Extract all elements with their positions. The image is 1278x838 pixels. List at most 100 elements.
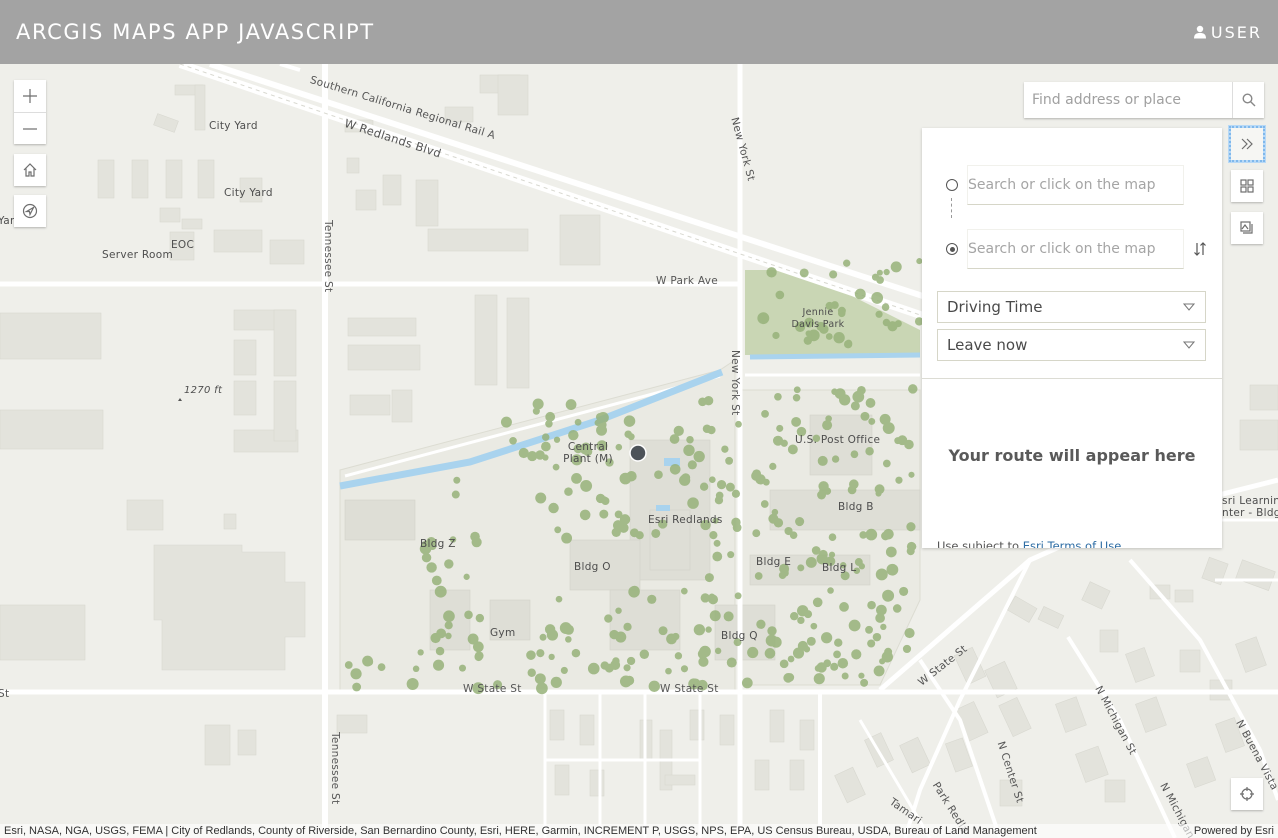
tree (799, 268, 809, 278)
tree (858, 563, 866, 570)
depart-time-select[interactable]: Leave now (937, 329, 1206, 361)
tree (823, 659, 832, 668)
tree (779, 659, 789, 669)
tree (822, 420, 833, 431)
tree (433, 659, 445, 671)
collapse-panel-button[interactable] (1229, 126, 1265, 162)
tree (725, 456, 734, 465)
tree (839, 602, 849, 612)
tree (821, 632, 833, 644)
tree (596, 424, 607, 436)
layer-list-button[interactable] (1231, 212, 1263, 244)
tree (665, 667, 672, 675)
tree (674, 652, 683, 660)
tree (534, 673, 546, 685)
tree (444, 621, 453, 630)
plus-icon (23, 89, 37, 103)
tree (895, 476, 903, 484)
tree (883, 268, 890, 276)
tree (756, 619, 766, 629)
tree (658, 626, 668, 636)
tree (680, 665, 689, 673)
tree (554, 526, 562, 534)
map-label-bldg-l: Bldg L (822, 562, 857, 574)
tree (760, 500, 769, 508)
tree (536, 682, 548, 695)
tree (865, 625, 873, 634)
tree (721, 445, 729, 453)
destination-stop-row (922, 229, 1222, 269)
tree (709, 531, 718, 540)
zoom-out-button[interactable] (14, 112, 46, 144)
tree (518, 447, 529, 459)
tree (812, 597, 823, 608)
tree (725, 482, 735, 492)
search-input[interactable] (1024, 82, 1232, 118)
tree (775, 290, 785, 300)
swap-stops-button[interactable] (1192, 241, 1208, 257)
tree (464, 610, 473, 620)
search-icon (1241, 93, 1255, 107)
tree (412, 665, 420, 673)
tree (834, 638, 843, 647)
tree (542, 454, 549, 461)
tree (867, 533, 875, 541)
tree (651, 528, 661, 538)
tree (426, 562, 437, 573)
map-label-w-park-ave: W Park Ave (656, 275, 718, 287)
tree (555, 595, 563, 603)
tree (833, 650, 841, 659)
tree (825, 333, 833, 340)
tree (604, 614, 613, 623)
map-label-esri-learning-center: sri Learning nter - Bldg (1222, 495, 1278, 519)
tree (908, 384, 918, 394)
tree (865, 447, 874, 456)
tree (612, 520, 624, 531)
tree (431, 575, 442, 586)
origin-input[interactable] (967, 165, 1184, 205)
tree (867, 639, 876, 648)
tree (601, 496, 610, 506)
tree (574, 418, 582, 426)
terms-link[interactable]: Esri Terms of Use (1023, 539, 1122, 548)
tree (784, 526, 793, 536)
tree (875, 490, 882, 497)
map-label-w-state-st: W State St (660, 683, 719, 695)
tree (894, 437, 902, 445)
map-label-tennessee-st: Tennessee St (322, 220, 334, 293)
home-button[interactable] (14, 154, 46, 186)
tree (539, 633, 547, 641)
tree (579, 509, 591, 521)
powered-by-esri[interactable]: Powered by Esri (1194, 825, 1274, 837)
tree (609, 629, 619, 640)
tree (714, 647, 722, 655)
tree (741, 677, 753, 689)
tree (906, 522, 916, 532)
tree (377, 663, 386, 671)
attribution-sources[interactable]: Esri, NASA, NGA, USGS, FEMA | City of Re… (4, 825, 1037, 837)
basemap-gallery-button[interactable] (1231, 170, 1263, 202)
tree (698, 397, 707, 407)
travel-mode-select[interactable]: Driving Time (937, 291, 1206, 323)
track-location-button[interactable] (1231, 778, 1263, 810)
tree (880, 623, 887, 631)
tree (774, 392, 782, 401)
tree (814, 665, 822, 672)
tree (467, 633, 479, 645)
tree (445, 632, 452, 640)
tree (795, 516, 805, 527)
terms-of-use: Use subject to Esri Terms of Use (937, 539, 1121, 548)
tree (526, 650, 536, 660)
tree (624, 430, 633, 439)
locate-button[interactable] (14, 195, 46, 227)
zoom-in-button[interactable] (14, 80, 46, 112)
tree (843, 259, 851, 267)
map-label-elevation: 1270 ft (184, 385, 223, 396)
tree (734, 592, 742, 600)
user-button[interactable]: USER (1193, 23, 1262, 42)
tree (892, 604, 902, 613)
tree (565, 636, 572, 643)
search-button[interactable] (1232, 82, 1264, 118)
destination-input[interactable] (967, 229, 1184, 269)
tree (535, 492, 547, 504)
